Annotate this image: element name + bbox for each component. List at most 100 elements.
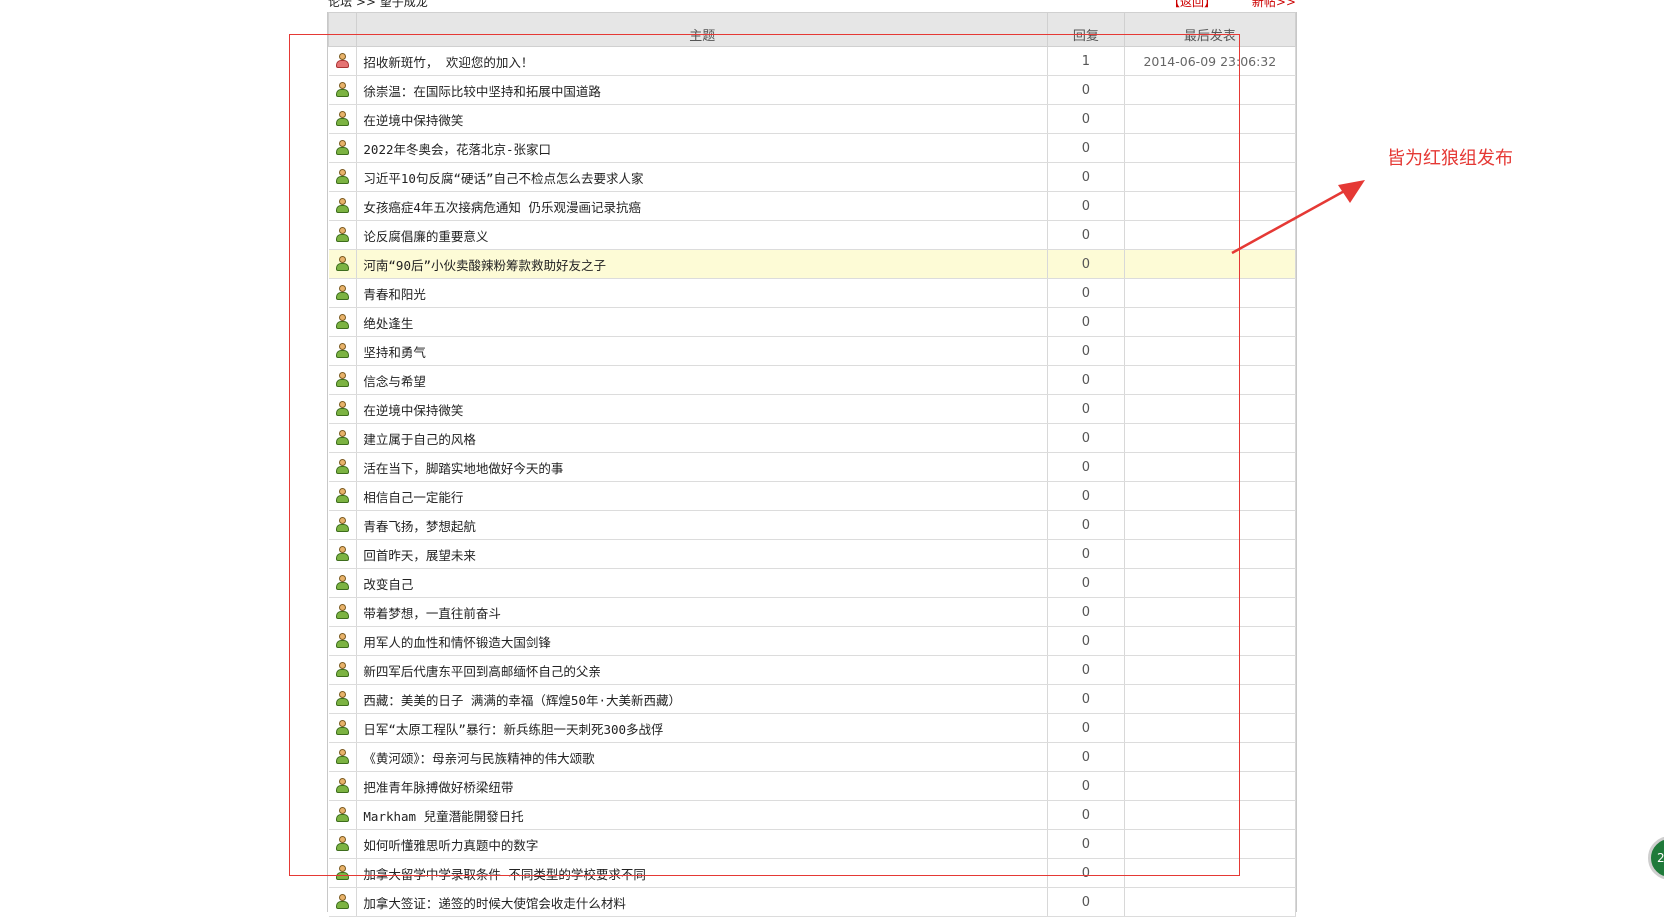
topic-title-link[interactable]: 论反腐倡廉的重要意义 xyxy=(356,220,1049,250)
row-icon-cell xyxy=(328,162,358,192)
header-last-post[interactable]: 最后发表 xyxy=(1123,12,1297,47)
last-post-time xyxy=(1124,423,1297,453)
table-row[interactable]: 带着梦想，一直往前奋斗 0 xyxy=(328,597,1297,627)
topic-title-link[interactable]: 加拿大签证：递签的时候大使馆会收走什么材料 xyxy=(356,887,1049,917)
breadcrumb[interactable]: 论坛 >> 望子成龙 xyxy=(328,0,428,12)
user-green-icon xyxy=(335,865,350,881)
last-post-time xyxy=(1124,307,1297,337)
user-green-icon xyxy=(335,198,350,214)
table-row[interactable]: 加拿大签证：递签的时候大使馆会收走什么材料 0 xyxy=(328,887,1297,917)
topic-title-link[interactable]: 带着梦想，一直往前奋斗 xyxy=(356,597,1049,627)
row-icon-cell xyxy=(328,220,358,250)
table-row[interactable]: 论反腐倡廉的重要意义 0 xyxy=(328,220,1297,250)
user-red-icon xyxy=(335,53,350,69)
header-replies[interactable]: 回复 xyxy=(1047,12,1125,47)
table-row[interactable]: 习近平10句反腐“硬话”自己不检点怎么去要求人家 0 xyxy=(328,162,1297,192)
topic-title-link[interactable]: 2022年冬奥会，花落北京-张家口 xyxy=(356,133,1049,163)
table-row[interactable]: 女孩癌症4年五次接病危通知 仍乐观漫画记录抗癌 0 xyxy=(328,191,1297,221)
table-row[interactable]: 青春和阳光 0 xyxy=(328,278,1297,308)
topic-title-link[interactable]: 绝处逢生 xyxy=(356,307,1049,337)
table-header-row: 主题 回复 最后发表 xyxy=(327,12,1297,47)
new-post-link[interactable]: 新帖>> xyxy=(1252,0,1296,12)
topic-title-link[interactable]: 回首昨天，展望未来 xyxy=(356,539,1049,569)
back-link[interactable]: 【返回】 xyxy=(1168,0,1216,12)
table-row[interactable]: Markham 兒童潛能開發日托 0 xyxy=(328,800,1297,830)
table-row[interactable]: 绝处逢生 0 xyxy=(328,307,1297,337)
table-row[interactable]: 2022年冬奥会，花落北京-张家口 0 xyxy=(328,133,1297,163)
reply-count: 0 xyxy=(1047,713,1125,743)
table-row[interactable]: 建立属于自己的风格 0 xyxy=(328,423,1297,453)
topic-title-link[interactable]: 《黄河颂》：母亲河与民族精神的伟大颂歌 xyxy=(356,742,1049,772)
topic-title-link[interactable]: 招收新斑竹， 欢迎您的加入！ xyxy=(356,46,1049,76)
table-row[interactable]: 在逆境中保持微笑 0 xyxy=(328,104,1297,134)
topic-title-link[interactable]: 如何听懂雅思听力真题中的数字 xyxy=(356,829,1049,859)
topic-title-link[interactable]: 把准青年脉搏做好桥梁纽带 xyxy=(356,771,1049,801)
topic-title-link[interactable]: Markham 兒童潛能開發日托 xyxy=(356,800,1049,830)
table-row[interactable]: 日军“太原工程队”暴行：新兵练胆一天刺死300多战俘 0 xyxy=(328,713,1297,743)
reply-count: 0 xyxy=(1047,307,1125,337)
row-icon-cell xyxy=(328,481,358,511)
topic-title-link[interactable]: 加拿大留学中学录取条件 不同类型的学校要求不同 xyxy=(356,858,1049,888)
topic-title-link[interactable]: 在逆境中保持微笑 xyxy=(356,104,1049,134)
last-post-time xyxy=(1124,278,1297,308)
topic-title-link[interactable]: 女孩癌症4年五次接病危通知 仍乐观漫画记录抗癌 xyxy=(356,191,1049,221)
header-topic[interactable]: 主题 xyxy=(356,12,1049,47)
row-icon-cell xyxy=(328,597,358,627)
topic-title-link[interactable]: 活在当下，脚踏实地地做好今天的事 xyxy=(356,452,1049,482)
topic-title-link[interactable]: 用军人的血性和情怀锻造大国剑锋 xyxy=(356,626,1049,656)
table-row[interactable]: 信念与希望 0 xyxy=(328,365,1297,395)
topic-title-link[interactable]: 日军“太原工程队”暴行：新兵练胆一天刺死300多战俘 xyxy=(356,713,1049,743)
reply-count: 0 xyxy=(1047,162,1125,192)
floating-chat-badge[interactable]: 2 xyxy=(1648,836,1664,880)
table-row[interactable]: 坚持和勇气 0 xyxy=(328,336,1297,366)
table-row[interactable]: 在逆境中保持微笑 0 xyxy=(328,394,1297,424)
row-icon-cell xyxy=(328,46,358,76)
topic-title-link[interactable]: 青春飞扬，梦想起航 xyxy=(356,510,1049,540)
table-row[interactable]: 相信自己一定能行 0 xyxy=(328,481,1297,511)
topic-title-link[interactable]: 坚持和勇气 xyxy=(356,336,1049,366)
table-row[interactable]: 如何听懂雅思听力真题中的数字 0 xyxy=(328,829,1297,859)
table-row[interactable]: 《黄河颂》：母亲河与民族精神的伟大颂歌 0 xyxy=(328,742,1297,772)
topic-title-link[interactable]: 河南“90后”小伙卖酸辣粉筹款救助好友之子 xyxy=(356,249,1049,279)
table-row[interactable]: 徐崇温：在国际比较中坚持和拓展中国道路 0 xyxy=(328,75,1297,105)
annotation-arrow-icon xyxy=(1231,180,1365,255)
user-green-icon xyxy=(335,372,350,388)
user-green-icon xyxy=(335,836,350,852)
topic-title-link[interactable]: 青春和阳光 xyxy=(356,278,1049,308)
table-row[interactable]: 回首昨天，展望未来 0 xyxy=(328,539,1297,569)
topic-title-link[interactable]: 习近平10句反腐“硬话”自己不检点怎么去要求人家 xyxy=(356,162,1049,192)
table-row[interactable]: 招收新斑竹， 欢迎您的加入！ 1 2014-06-09 23:06:32 xyxy=(328,46,1297,76)
table-row[interactable]: 把准青年脉搏做好桥梁纽带 0 xyxy=(328,771,1297,801)
user-green-icon xyxy=(335,401,350,417)
user-green-icon xyxy=(335,604,350,620)
topic-title-link[interactable]: 新四军后代唐东平回到高邮缅怀自己的父亲 xyxy=(356,655,1049,685)
topic-title-link[interactable]: 西藏：美美的日子 满满的幸福（辉煌50年·大美新西藏） xyxy=(356,684,1049,714)
table-row[interactable]: 青春飞扬，梦想起航 0 xyxy=(328,510,1297,540)
topic-title-link[interactable]: 在逆境中保持微笑 xyxy=(356,394,1049,424)
row-icon-cell xyxy=(328,75,358,105)
topic-title-link[interactable]: 建立属于自己的风格 xyxy=(356,423,1049,453)
table-row[interactable]: 河南“90后”小伙卖酸辣粉筹款救助好友之子 0 xyxy=(328,249,1297,279)
topic-title-link[interactable]: 改变自己 xyxy=(356,568,1049,598)
topic-title-link[interactable]: 相信自己一定能行 xyxy=(356,481,1049,511)
table-row[interactable]: 改变自己 0 xyxy=(328,568,1297,598)
table-row[interactable]: 西藏：美美的日子 满满的幸福（辉煌50年·大美新西藏） 0 xyxy=(328,684,1297,714)
row-icon-cell xyxy=(328,307,358,337)
topic-title-link[interactable]: 信念与希望 xyxy=(356,365,1049,395)
reply-count: 0 xyxy=(1047,423,1125,453)
user-green-icon xyxy=(335,111,350,127)
table-row[interactable]: 加拿大留学中学录取条件 不同类型的学校要求不同 0 xyxy=(328,858,1297,888)
reply-count: 0 xyxy=(1047,771,1125,801)
last-post-time xyxy=(1124,452,1297,482)
last-post-time xyxy=(1124,829,1297,859)
user-green-icon xyxy=(335,227,350,243)
annotation-label: 皆为红狼组发布 xyxy=(1387,148,1513,169)
user-green-icon xyxy=(335,546,350,562)
table-row[interactable]: 新四军后代唐东平回到高邮缅怀自己的父亲 0 xyxy=(328,655,1297,685)
table-row[interactable]: 用军人的血性和情怀锻造大国剑锋 0 xyxy=(328,626,1297,656)
last-post-time xyxy=(1124,800,1297,830)
last-post-time xyxy=(1124,858,1297,888)
row-icon-cell xyxy=(328,249,358,279)
topic-title-link[interactable]: 徐崇温：在国际比较中坚持和拓展中国道路 xyxy=(356,75,1049,105)
table-row[interactable]: 活在当下，脚踏实地地做好今天的事 0 xyxy=(328,452,1297,482)
